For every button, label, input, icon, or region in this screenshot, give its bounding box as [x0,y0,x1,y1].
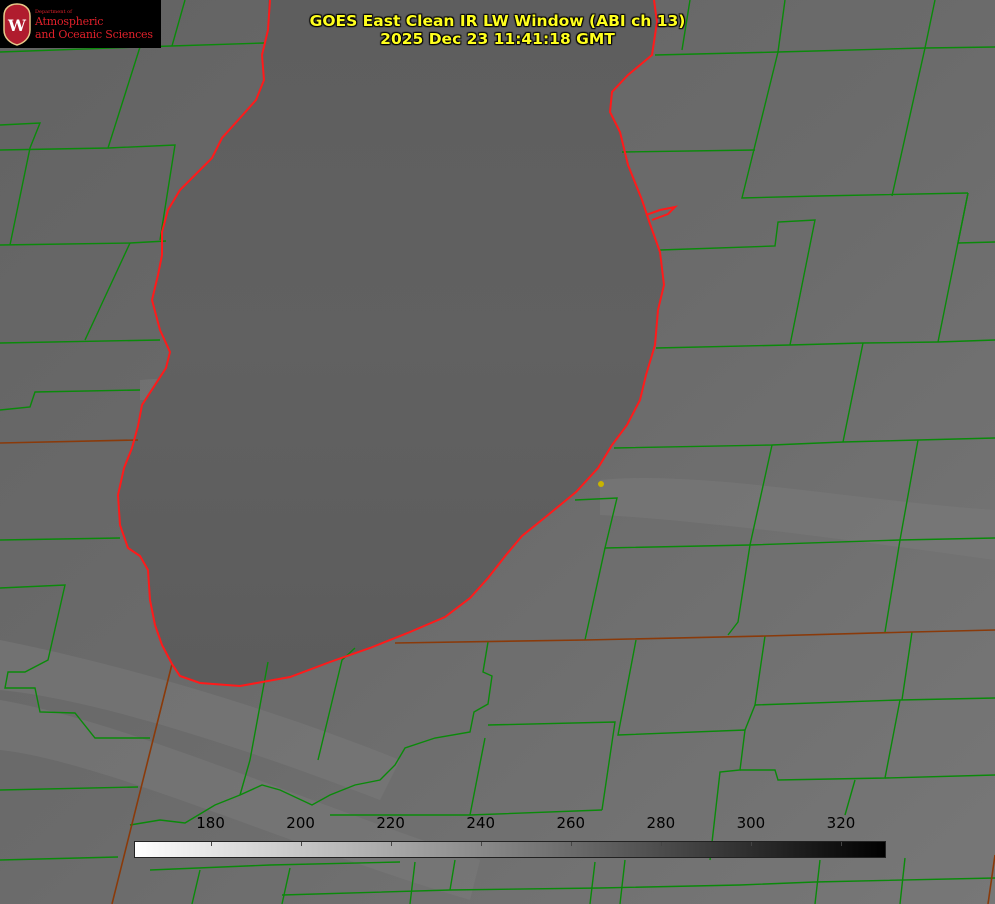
colorbar-tick-label-320: 320 [826,814,856,832]
image-title: GOES East Clean IR LW Window (ABI ch 13)… [0,12,995,48]
colorbar-tick-label-280: 280 [646,814,676,832]
colorbar-tick-mark [300,842,302,846]
colorbar-tick-mark [750,842,752,846]
colorbar-tick-mark [210,842,212,846]
colorbar-tick-label-220: 220 [376,814,405,832]
colorbar-tick-mark [570,842,572,846]
colorbar-tick-label-300: 300 [736,814,766,832]
title-product: GOES East Clean IR LW Window (ABI ch 13) [309,12,686,30]
colorbar-tick-label-240: 240 [466,814,496,832]
colorbar-tick-label-260: 260 [556,814,586,832]
colorbar-tick-mark [480,842,482,846]
colorbar-tick-mark [660,842,662,846]
colorbar-tick-label-180: 180 [196,814,225,832]
colorbar-tick-label-200: 200 [286,814,315,832]
colorbar-tick-mark [840,842,842,846]
colorbar-tick-labels: 180 200 220 240 260 280 300 320 [0,814,995,834]
map-canvas [0,0,995,904]
title-timestamp: 2025 Dec 23 11:41:18 GMT [380,30,615,48]
colorbar-tick-mark [390,842,392,846]
colorbar-brightness-temperature [134,841,886,858]
location-marker [598,481,604,487]
satellite-image-view: W Department of Atmospheric and Oceanic … [0,0,995,904]
